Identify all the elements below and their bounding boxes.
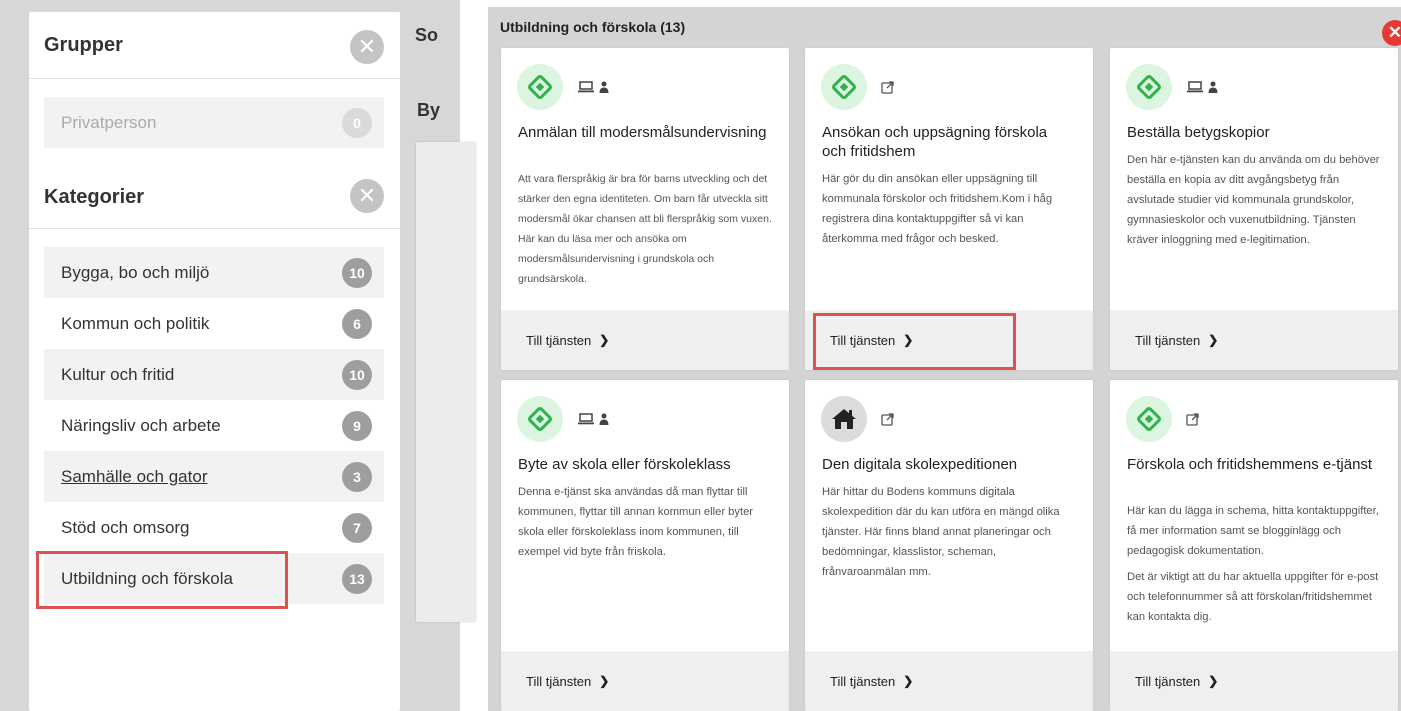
- card-link-label: Till tjänsten: [830, 673, 896, 689]
- service-card[interactable]: Byte av skola eller förskoleklass Denna …: [501, 380, 789, 711]
- close-icon: ✕: [357, 34, 377, 59]
- close-icon: ✕: [357, 183, 377, 208]
- card-link-label: Till tjänsten: [1135, 332, 1201, 348]
- card-description: Här gör du din ansökan eller uppsägning …: [822, 173, 1053, 245]
- logo-icon: [1126, 64, 1172, 110]
- house-icon: [821, 396, 867, 442]
- background-card: [416, 142, 476, 622]
- chevron-right-icon: ❯: [599, 333, 610, 347]
- laptop-icon: [577, 413, 595, 425]
- card-link[interactable]: Till tjänsten ❯: [805, 651, 1093, 711]
- panel-title: Utbildning och förskola (13): [500, 19, 686, 35]
- category-item-label: Kommun och politik: [61, 313, 210, 333]
- count-badge: 3: [342, 461, 372, 492]
- card-description-paragraph: Det är viktigt att du har aktuella uppgi…: [1127, 571, 1379, 623]
- category-item-kommun[interactable]: Kommun och politik 6: [44, 298, 384, 349]
- card-title: Den digitala skolexpeditionen: [822, 456, 1018, 473]
- person-icon: [599, 81, 609, 93]
- card-description: Här hittar du Bodens kommuns digitala sk…: [822, 486, 1060, 578]
- card-link[interactable]: Till tjänsten ❯: [1110, 651, 1398, 711]
- card-title: Anmälan till modersmålsundervisning: [518, 124, 767, 141]
- category-item-label: Samhälle och gator: [61, 466, 208, 486]
- card-link[interactable]: Till tjänsten ❯: [1110, 310, 1398, 370]
- external-link-icon: [881, 80, 894, 94]
- count-badge: 0: [342, 107, 372, 138]
- logo-icon: [517, 64, 563, 110]
- logo-icon: [517, 396, 563, 442]
- service-card[interactable]: Förskola och fritidshemmens e-tjänst Här…: [1110, 380, 1398, 711]
- count-badge: 13: [342, 563, 372, 594]
- count-badge: 6: [342, 308, 372, 339]
- count-badge: 9: [342, 410, 372, 441]
- category-item-label: Utbildning och förskola: [61, 568, 233, 588]
- category-item-naringsliv[interactable]: Näringsliv och arbete 9: [44, 400, 384, 451]
- group-item-label: Privatperson: [61, 112, 157, 132]
- groups-clear-button[interactable]: ✕: [350, 30, 384, 64]
- categories-clear-button[interactable]: ✕: [350, 179, 384, 213]
- count-badge: 7: [342, 512, 372, 543]
- background-subheading-fragment: By: [417, 100, 441, 120]
- chevron-right-icon: ❯: [903, 333, 914, 347]
- external-link-icon: [1186, 412, 1199, 426]
- category-item-stod[interactable]: Stöd och omsorg 7: [44, 502, 384, 553]
- close-button[interactable]: ✕: [1382, 20, 1401, 46]
- card-title: Beställa betygskopior: [1127, 124, 1270, 141]
- card-link[interactable]: Till tjänsten ❯: [805, 310, 1093, 370]
- count-badge: 10: [342, 257, 372, 288]
- external-link-icon: [881, 412, 894, 426]
- card-link-label: Till tjänsten: [830, 332, 896, 348]
- category-item-utbildning[interactable]: Utbildning och förskola 13: [44, 553, 384, 604]
- card-link-label: Till tjänsten: [1135, 673, 1201, 689]
- divider: [29, 228, 400, 229]
- card-link-label: Till tjänsten: [526, 673, 592, 689]
- background-heading-fragment: So: [415, 25, 439, 45]
- category-item-samhalle[interactable]: Samhälle och gator 3: [44, 451, 384, 502]
- laptop-icon: [577, 81, 595, 93]
- person-icon: [1208, 81, 1218, 93]
- services-panel: Utbildning och förskola (13) ✕ Anmälan t…: [488, 7, 1401, 711]
- service-card[interactable]: Beställa betygskopior Den här e-tjänsten…: [1110, 48, 1398, 370]
- logo-icon: [1126, 396, 1172, 442]
- count-badge: 10: [342, 359, 372, 390]
- card-description: Denna e-tjänst ska användas då man flytt…: [518, 486, 754, 558]
- divider: [29, 78, 400, 79]
- category-item-label: Näringsliv och arbete: [61, 415, 221, 435]
- service-card[interactable]: Ansökan och uppsägning förskola och frit…: [805, 48, 1093, 370]
- card-title: Ansökan och uppsägning förskola och frit…: [822, 124, 1048, 160]
- laptop-icon: [1186, 81, 1204, 93]
- card-link[interactable]: Till tjänsten ❯: [501, 651, 789, 711]
- category-item-label: Bygga, bo och miljö: [61, 262, 210, 282]
- filter-panel: Grupper ✕ Privatperson 0 Kategorier ✕ By…: [29, 12, 400, 711]
- chevron-right-icon: ❯: [1208, 333, 1219, 347]
- chevron-right-icon: ❯: [1208, 674, 1219, 688]
- card-description: Att vara flerspråkig är bra för barns ut…: [518, 173, 772, 285]
- card-link[interactable]: Till tjänsten ❯: [501, 310, 789, 370]
- categories-heading: Kategorier: [44, 186, 145, 208]
- card-description: Den här e-tjänsten kan du använda om du …: [1127, 154, 1380, 246]
- service-card[interactable]: Den digitala skolexpeditionen Här hittar…: [805, 380, 1093, 711]
- person-icon: [599, 413, 609, 425]
- card-title: Byte av skola eller förskoleklass: [518, 456, 731, 473]
- category-item-label: Stöd och omsorg: [61, 517, 190, 537]
- chevron-right-icon: ❯: [599, 674, 610, 688]
- card-description: Här kan du lägga in schema, hitta kontak…: [1127, 501, 1384, 633]
- card-description-paragraph: Här kan du lägga in schema, hitta kontak…: [1127, 505, 1379, 557]
- service-card[interactable]: Anmälan till modersmålsundervisning Att …: [501, 48, 789, 370]
- category-item-label: Kultur och fritid: [61, 364, 175, 384]
- category-item-kultur[interactable]: Kultur och fritid 10: [44, 349, 384, 400]
- chevron-right-icon: ❯: [903, 674, 914, 688]
- logo-icon: [821, 64, 867, 110]
- close-icon: ✕: [1387, 23, 1401, 42]
- group-item-privatperson[interactable]: Privatperson 0: [44, 97, 384, 148]
- groups-heading: Grupper: [44, 34, 123, 56]
- card-title: Förskola och fritidshemmens e-tjänst: [1127, 456, 1373, 473]
- category-item-bygga[interactable]: Bygga, bo och miljö 10: [44, 247, 384, 298]
- card-link-label: Till tjänsten: [526, 332, 592, 348]
